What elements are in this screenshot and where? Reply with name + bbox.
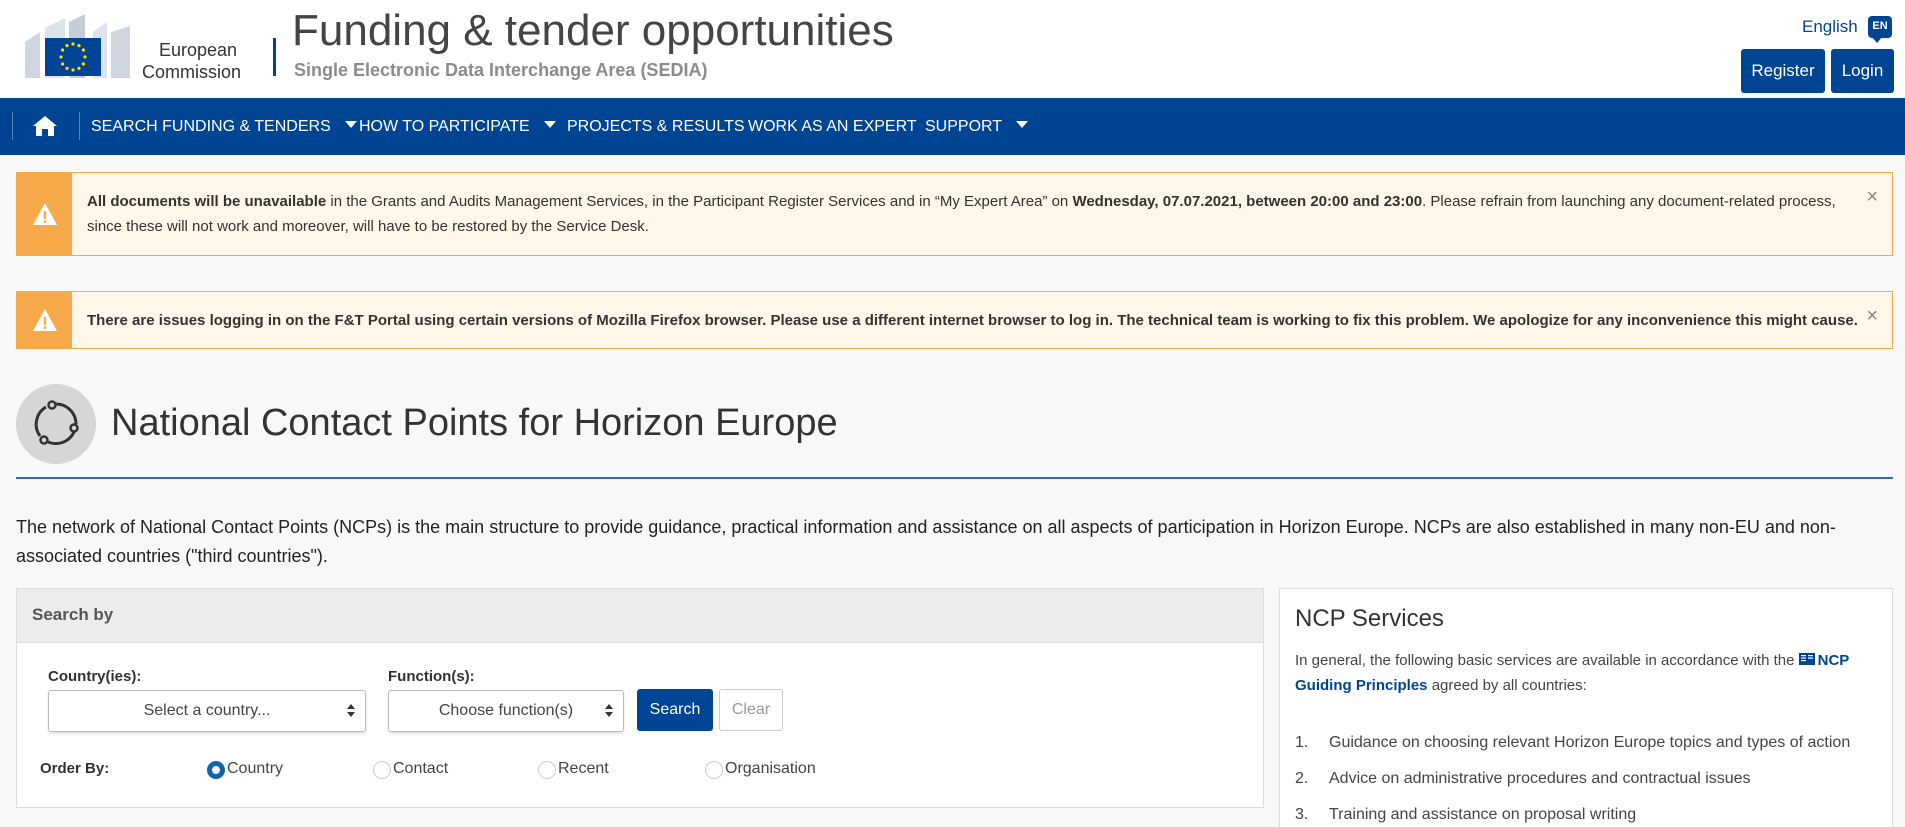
- alert-message: All documents will be unavailable in the…: [87, 193, 1836, 235]
- intro-text: The network of National Contact Points (…: [16, 517, 1836, 566]
- chevron-down-icon: [543, 121, 556, 128]
- nav-item-search-funding[interactable]: SEARCH FUNDING & TENDERS: [91, 98, 357, 155]
- page-title: National Contact Points for Horizon Euro…: [111, 402, 838, 444]
- nav-item-projects-results[interactable]: PROJECTS & RESULTS: [567, 98, 745, 155]
- warning-icon: [17, 173, 72, 255]
- european-commission-logo[interactable]: European Commission: [15, 12, 265, 82]
- alert-message: There are issues logging in on the F&T P…: [87, 312, 1858, 329]
- language-icon[interactable]: EN: [1868, 16, 1892, 43]
- radio-button[interactable]: [538, 761, 556, 779]
- search-button[interactable]: Search: [637, 689, 713, 731]
- site-subtitle: Single Electronic Data Interchange Area …: [294, 60, 708, 80]
- close-icon[interactable]: ×: [1866, 187, 1878, 207]
- radio-button[interactable]: [373, 761, 391, 779]
- nav-separator: [79, 112, 80, 140]
- search-panel-header: Search by: [17, 589, 1263, 643]
- ncp-services-title: NCP Services: [1295, 605, 1444, 632]
- logo-text-line2: Commission: [142, 62, 241, 80]
- logo-divider: [273, 38, 276, 76]
- search-panel-title: Search by: [32, 605, 114, 624]
- warning-icon: [17, 292, 72, 348]
- alert-documents-unavailable: All documents will be unavailable in the…: [16, 172, 1893, 256]
- radio-button[interactable]: [207, 761, 225, 779]
- nav-separator: [12, 112, 13, 140]
- nav-item-how-to-participate[interactable]: HOW TO PARTICIPATE: [359, 98, 556, 155]
- ncp-services-panel: NCP Services In general, the following b…: [1279, 588, 1893, 827]
- home-icon[interactable]: [32, 114, 58, 138]
- site-title[interactable]: Funding & tender opportunities: [292, 6, 894, 56]
- main-navigation: SEARCH FUNDING & TENDERS HOW TO PARTICIP…: [0, 98, 1905, 155]
- language-selector[interactable]: English: [1802, 17, 1858, 37]
- select-arrows-icon: [347, 704, 355, 718]
- nav-item-work-as-expert[interactable]: WORK AS AN EXPERT: [748, 98, 917, 155]
- book-icon: [1798, 649, 1815, 665]
- radio-button[interactable]: [705, 761, 723, 779]
- function-label: Function(s):: [388, 668, 475, 685]
- function-select[interactable]: Choose function(s): [388, 690, 624, 732]
- site-header: European Commission Funding & tender opp…: [0, 0, 1905, 98]
- chevron-down-icon: [344, 121, 357, 128]
- logo-text-line1: European: [159, 40, 237, 60]
- search-panel: Search by Country(ies): Select a country…: [16, 588, 1264, 808]
- alert-firefox-login: There are issues logging in on the F&T P…: [16, 291, 1893, 349]
- country-select[interactable]: Select a country...: [48, 690, 366, 732]
- nav-item-support[interactable]: SUPPORT: [925, 98, 1029, 155]
- order-by-label: Order By:: [40, 760, 110, 777]
- register-button[interactable]: Register: [1741, 49, 1825, 93]
- network-icon: [16, 384, 96, 464]
- select-arrows-icon: [605, 704, 613, 718]
- chevron-down-icon: [1016, 121, 1029, 128]
- close-icon[interactable]: ×: [1866, 306, 1878, 326]
- ncp-services-intro: In general, the following basic services…: [1295, 648, 1885, 698]
- title-divider: [16, 477, 1893, 479]
- clear-button[interactable]: Clear: [719, 689, 783, 731]
- country-label: Country(ies):: [48, 668, 142, 685]
- login-button[interactable]: Login: [1831, 49, 1894, 93]
